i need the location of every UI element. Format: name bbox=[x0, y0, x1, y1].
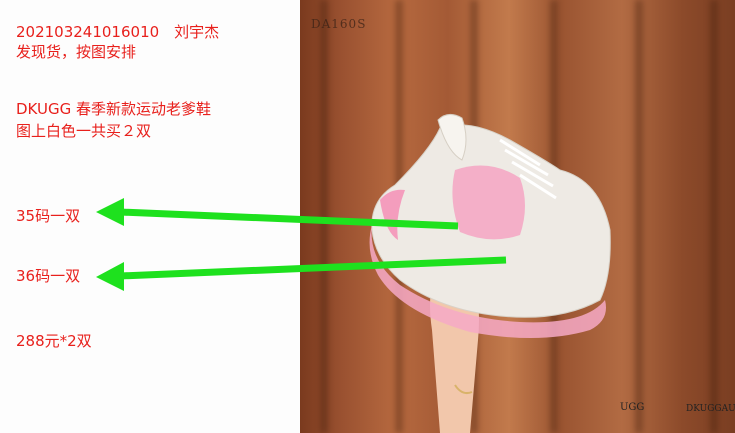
shoe-illustration bbox=[96, 114, 611, 433]
dkuggau-logo: DKUGGAU bbox=[686, 404, 735, 414]
shoe-mesh bbox=[452, 165, 525, 240]
size-36-label: 36码一双 bbox=[16, 267, 81, 285]
order-note: 图上白色一共买２双 bbox=[16, 122, 152, 140]
order-id-name: 202103241016010 刘宇杰 bbox=[16, 23, 220, 41]
ugg-logo: UGG bbox=[620, 402, 645, 413]
price-label: 288元*2双 bbox=[16, 332, 92, 350]
product-title: DKUGG 春季新款运动老爹鞋 bbox=[16, 100, 211, 118]
photo-watermark: DA160S bbox=[311, 17, 367, 31]
size-35-label: 35码一双 bbox=[16, 207, 81, 225]
order-instruction: 发现货，按图安排 bbox=[16, 43, 137, 61]
